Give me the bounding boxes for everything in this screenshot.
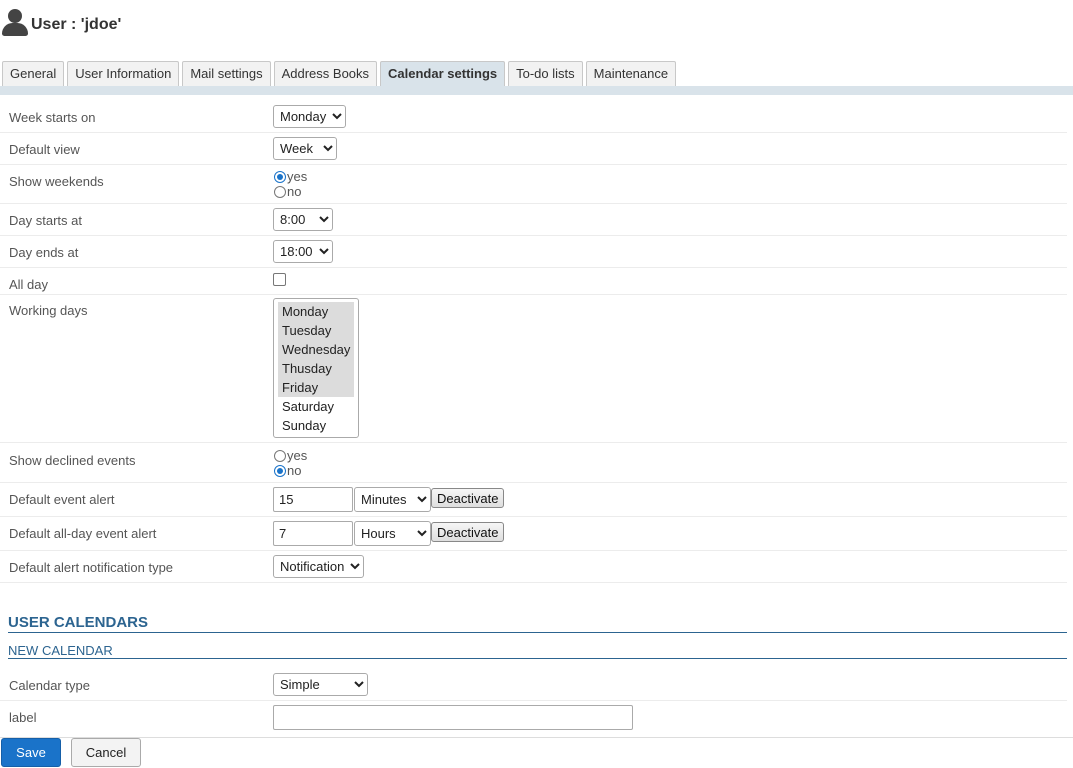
row-default-alert-notification-type: Default alert notification type — [0, 551, 1067, 583]
working-days-label: Working days — [9, 303, 88, 318]
show-weekends-yes-radio[interactable] — [274, 170, 286, 183]
tab-mail-settings[interactable]: Mail settings — [182, 61, 271, 86]
user-icon — [1, 7, 29, 37]
working-day-option[interactable]: Sunday — [278, 416, 354, 435]
show-declined-events-label: Show declined events — [9, 453, 136, 468]
section-divider — [8, 632, 1067, 633]
working-day-option[interactable]: Saturday — [278, 397, 354, 416]
row-all-day: All day — [0, 268, 1067, 295]
page-header: User : 'jdoe' — [0, 0, 121, 44]
row-week-starts-on: Week starts on — [0, 101, 1067, 133]
new-calendar-subtitle: NEW CALENDAR — [8, 643, 113, 658]
page-title: User : 'jdoe' — [31, 16, 122, 33]
day-starts-at-select[interactable]: 8:00 — [273, 208, 333, 231]
calendar-type-select[interactable]: Simple — [273, 673, 368, 696]
day-ends-at-label: Day ends at — [9, 245, 79, 260]
row-default-event-alert: Default event alert — [0, 483, 1067, 517]
all-day-checkbox[interactable] — [273, 273, 286, 286]
default-event-alert-label: Default event alert — [9, 492, 115, 507]
tab-to-do-lists[interactable]: To-do lists — [508, 61, 583, 86]
default-allday-event-alert-input[interactable] — [273, 521, 353, 546]
working-day-option[interactable]: Thusday — [278, 359, 354, 378]
calendar-label-input[interactable] — [273, 705, 633, 730]
default-event-alert-unit-select[interactable]: Minutes — [354, 487, 431, 512]
working-day-option[interactable]: Friday — [278, 378, 354, 397]
default-event-alert-input[interactable] — [273, 487, 353, 512]
tab-calendar-settings[interactable]: Calendar settings — [380, 61, 506, 87]
week-starts-on-select[interactable]: Monday — [273, 105, 346, 128]
default-allday-event-alert-unit-select[interactable]: Hours — [354, 521, 431, 546]
row-day-starts-at: Day starts at — [0, 204, 1067, 236]
show-weekends-no-radio[interactable] — [274, 185, 286, 198]
show-declined-no-radio[interactable] — [274, 464, 286, 477]
tab-general[interactable]: General — [2, 61, 65, 86]
row-day-ends-at: Day ends at — [0, 236, 1067, 268]
default-event-alert-deactivate-button[interactable]: Deactivate — [431, 488, 505, 508]
working-day-option[interactable]: Wednesday — [278, 340, 354, 359]
user-calendars-title: USER CALENDARS — [8, 614, 149, 631]
section-divider — [8, 658, 1067, 659]
tab-user-information[interactable]: User Information — [67, 61, 180, 86]
row-show-declined-events: Show declined events — [0, 443, 1067, 483]
day-ends-at-select[interactable]: 18:00 — [273, 240, 333, 263]
default-alert-notification-type-label: Default alert notification type — [9, 560, 174, 575]
working-day-option[interactable]: Tuesday — [278, 321, 354, 340]
tab-address-books[interactable]: Address Books — [273, 61, 378, 86]
tab-maintenance[interactable]: Maintenance — [585, 61, 677, 86]
footer-divider — [0, 737, 1073, 738]
show-declined-no-label: no — [287, 463, 302, 478]
show-declined-yes-label: yes — [287, 448, 308, 463]
tab-bar: General User Information Mail settings A… — [0, 61, 677, 87]
default-allday-event-alert-deactivate-button[interactable]: Deactivate — [431, 522, 505, 542]
show-weekends-no[interactable]: no — [274, 184, 301, 199]
calendar-type-label: Calendar type — [9, 678, 90, 693]
row-calendar-type: Calendar type — [0, 669, 1067, 701]
default-view-label: Default view — [9, 142, 80, 157]
default-allday-event-alert-label: Default all-day event alert — [9, 526, 157, 541]
day-starts-at-label: Day starts at — [9, 213, 82, 228]
save-button[interactable]: Save — [1, 738, 61, 767]
show-declined-no[interactable]: no — [274, 463, 301, 478]
working-day-option[interactable]: Monday — [278, 302, 354, 321]
show-weekends-yes[interactable]: yes — [274, 169, 307, 184]
calendar-label-label: label — [9, 710, 37, 725]
working-days-listbox[interactable]: Monday Tuesday Wednesday Thusday Friday … — [273, 298, 359, 438]
show-weekends-no-label: no — [287, 184, 302, 199]
show-declined-yes[interactable]: yes — [274, 448, 307, 463]
show-weekends-label: Show weekends — [9, 174, 104, 189]
all-day-label: All day — [9, 277, 49, 292]
show-declined-yes-radio[interactable] — [274, 449, 286, 462]
cancel-button[interactable]: Cancel — [71, 738, 141, 767]
show-weekends-yes-label: yes — [287, 169, 308, 184]
row-working-days: Working days — [0, 295, 1067, 443]
default-alert-notification-type-select[interactable]: Notification — [273, 555, 364, 578]
tab-strip — [0, 86, 1073, 95]
row-show-weekends: Show weekends — [0, 165, 1067, 204]
week-starts-on-label: Week starts on — [9, 110, 96, 125]
row-default-view: Default view — [0, 133, 1067, 165]
default-view-select[interactable]: Week — [273, 137, 337, 160]
row-default-allday-event-alert: Default all-day event alert — [0, 517, 1067, 551]
